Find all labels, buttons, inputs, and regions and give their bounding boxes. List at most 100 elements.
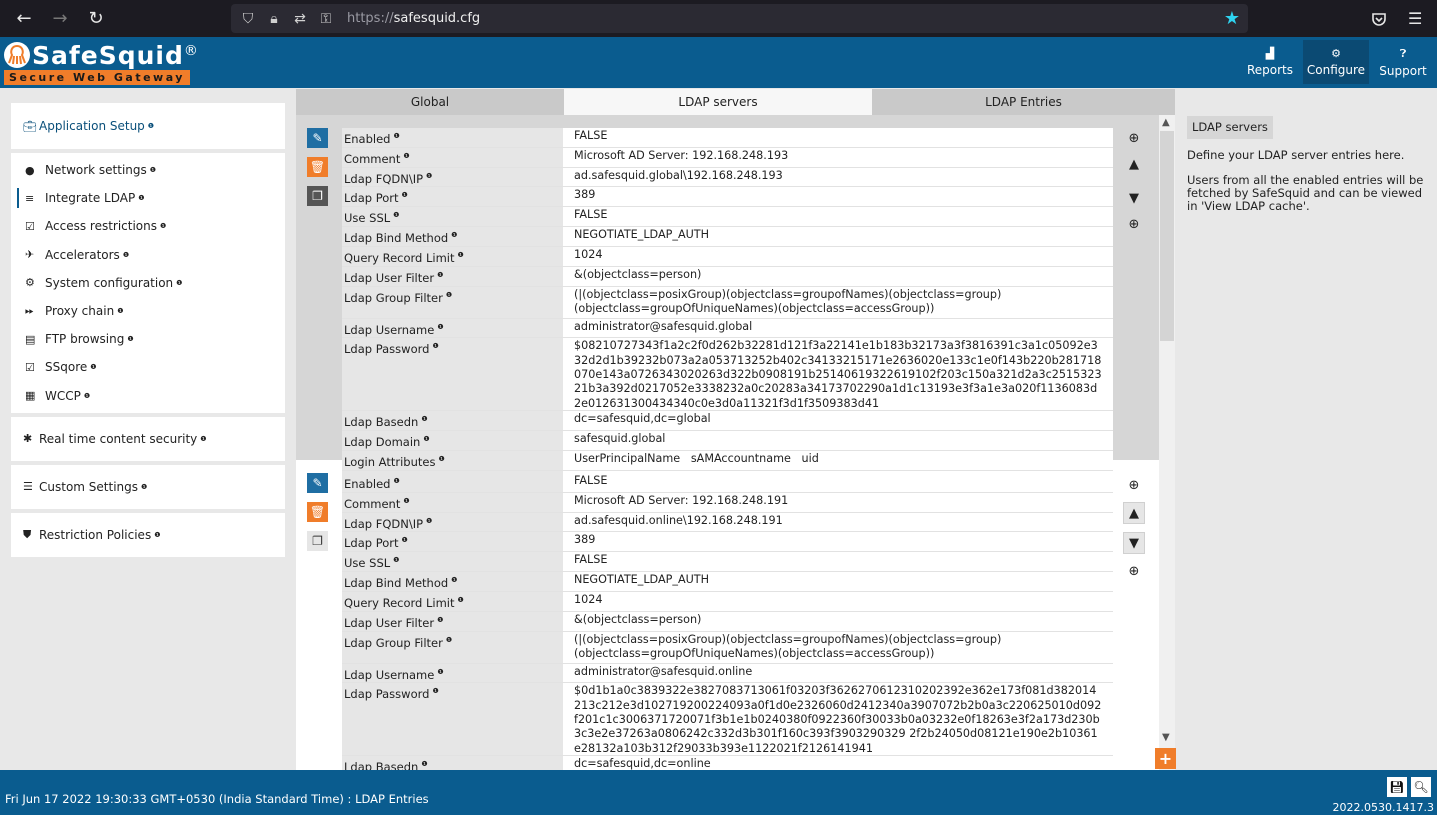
url-text[interactable]: https://safesquid.cfg <box>347 11 480 26</box>
info-icon[interactable]: ❶ <box>123 251 129 259</box>
info-icon[interactable]: ❶ <box>402 191 408 199</box>
info-icon[interactable]: ❶ <box>90 363 96 371</box>
info-icon[interactable]: ❶ <box>458 596 464 604</box>
sidebar-item-accelerators[interactable]: ✈ Accelerators ❶ <box>11 241 285 269</box>
sidebar-real-time-content-security[interactable]: ✱ Real time content security ❶ <box>11 417 285 461</box>
forward-arrow-icon[interactable]: → <box>42 0 78 37</box>
field-value: dc=safesquid,dc=online <box>574 757 711 770</box>
bookmark-star-icon[interactable]: ★ <box>1224 8 1240 29</box>
field-value: administrator@safesquid.online <box>574 664 753 678</box>
sidebar-section-label: Real time content security <box>39 431 198 446</box>
info-icon[interactable]: ❶ <box>437 271 443 279</box>
edit-button[interactable]: ✎ <box>307 473 328 493</box>
info-icon[interactable]: ❶ <box>437 616 443 624</box>
info-icon[interactable]: ❶ <box>141 483 147 491</box>
info-icon[interactable]: ❶ <box>393 211 399 219</box>
info-icon[interactable]: ❶ <box>84 392 90 400</box>
scroll-down-icon[interactable]: ▼ <box>1162 732 1170 743</box>
field-value: 389 <box>574 533 596 547</box>
info-icon[interactable]: ❶ <box>176 279 182 287</box>
delete-button[interactable]: 🗑︎ <box>307 502 328 522</box>
info-icon[interactable]: ❶ <box>154 531 160 539</box>
info-icon[interactable]: ❶ <box>160 222 166 230</box>
sidebar-custom-settings[interactable]: ☰ Custom Settings ❶ <box>11 465 285 509</box>
info-icon[interactable]: ❶ <box>402 536 408 544</box>
field-label: Ldap FQDN\IP <box>344 516 424 531</box>
sidebar-item-proxy-chain[interactable]: ⏩︎ Proxy chain ❶ <box>11 297 285 325</box>
info-icon[interactable]: ❶ <box>426 517 432 525</box>
shield-icon[interactable]: ⛉ <box>235 11 261 27</box>
info-icon[interactable]: ❶ <box>438 455 444 463</box>
info-icon[interactable]: ❶ <box>451 576 457 584</box>
copy-button[interactable]: ❐ <box>307 186 328 206</box>
info-icon[interactable]: ❶ <box>432 342 438 350</box>
info-icon[interactable]: ❶ <box>446 636 452 644</box>
tab-ldap-entries[interactable]: LDAP Entries <box>872 89 1175 115</box>
info-icon[interactable]: ❶ <box>451 231 457 239</box>
info-icon[interactable]: ❶ <box>421 415 427 423</box>
back-arrow-icon[interactable]: ← <box>6 0 42 37</box>
sidebar-application-setup[interactable]: 💼︎ Application Setup ❶ <box>11 103 285 149</box>
field-label: Ldap Bind Method <box>344 575 449 590</box>
sidebar-item-wccp[interactable]: ▦ WCCP ❶ <box>11 382 285 410</box>
info-icon[interactable]: ❶ <box>403 497 409 505</box>
tab-global[interactable]: Global <box>296 89 564 115</box>
info-icon[interactable]: ❶ <box>393 477 399 485</box>
info-icon[interactable]: ❶ <box>458 251 464 259</box>
info-icon[interactable]: ❶ <box>148 122 154 130</box>
scroll-up-icon[interactable]: ▲ <box>1162 117 1170 128</box>
nav-support[interactable]: ❓︎ Support <box>1373 40 1433 84</box>
info-icon[interactable]: ❶ <box>393 132 399 140</box>
lock-icon[interactable]: 🔒︎ <box>261 11 287 27</box>
vertical-scrollbar[interactable]: ▲ ▼ <box>1159 115 1175 770</box>
info-icon[interactable]: ❶ <box>200 435 206 443</box>
safesquid-logo[interactable]: SafeSquid ® Secure Web Gateway <box>4 41 198 85</box>
search-icon[interactable]: 🔍︎ <box>1411 777 1431 797</box>
info-icon[interactable]: ❶ <box>127 335 133 343</box>
move-bottom-icon[interactable]: ⊕ <box>1123 213 1145 235</box>
sidebar-item-access-restrictions[interactable]: ☑ Access restrictions ❶ <box>11 212 285 240</box>
info-icon[interactable]: ❶ <box>426 172 432 180</box>
info-icon[interactable]: ❶ <box>446 291 452 299</box>
sidebar-item-ssqore[interactable]: ☑ SSqore ❶ <box>11 353 285 381</box>
edit-button[interactable]: ✎ <box>307 128 328 148</box>
sidebar-item-integrate-ldap[interactable]: ≡ Integrate LDAP ❶ <box>11 184 285 212</box>
nav-reports[interactable]: ▟ Reports <box>1241 40 1299 84</box>
tab-ldap-servers[interactable]: LDAP servers <box>564 89 872 115</box>
info-icon[interactable]: ❶ <box>403 152 409 160</box>
save-icon[interactable]: 💾︎ <box>1387 777 1407 797</box>
permissions-icon[interactable]: ⇄ <box>287 11 313 27</box>
move-up-icon[interactable]: ▲ <box>1123 153 1145 175</box>
info-icon[interactable]: ❶ <box>138 194 144 202</box>
delete-button[interactable]: 🗑︎ <box>307 157 328 177</box>
field-label: Ldap Password <box>344 342 430 357</box>
pocket-icon[interactable] <box>1371 0 1387 37</box>
info-icon[interactable]: ❶ <box>437 668 443 676</box>
menu-icon[interactable]: ☰ <box>1408 0 1422 37</box>
info-icon[interactable]: ❶ <box>393 556 399 564</box>
info-icon[interactable]: ❶ <box>150 166 156 174</box>
move-bottom-icon[interactable]: ⊕ <box>1123 560 1145 582</box>
info-icon[interactable]: ❶ <box>117 307 123 315</box>
move-down-icon[interactable]: ▼ <box>1123 187 1145 209</box>
sidebar-restriction-policies[interactable]: ⛊ Restriction Policies ❶ <box>11 513 285 557</box>
key-icon[interactable]: ⚿ <box>313 11 339 27</box>
info-icon[interactable]: ❶ <box>423 435 429 443</box>
move-top-icon[interactable]: ⊕ <box>1123 127 1145 149</box>
url-bar[interactable]: ⛉ 🔒︎ ⇄ ⚿ https://safesquid.cfg ★ <box>231 4 1248 33</box>
sidebar-item-ftp-browsing[interactable]: ▤ FTP browsing ❶ <box>11 325 285 353</box>
info-icon[interactable]: ❶ <box>432 687 438 695</box>
info-icon[interactable]: ❶ <box>437 323 443 331</box>
field-value: (|(objectclass=posixGroup)(objectclass=g… <box>574 287 1002 315</box>
sidebar-item-system-configuration[interactable]: ⚙ System configuration ❶ <box>11 269 285 297</box>
info-icon[interactable]: ❶ <box>421 760 427 768</box>
sidebar-item-network-settings[interactable]: ● Network settings ❶ <box>11 156 285 184</box>
move-down-icon[interactable]: ▼ <box>1123 532 1145 554</box>
reload-icon[interactable]: ↻ <box>78 0 114 37</box>
move-up-icon[interactable]: ▲ <box>1123 502 1145 524</box>
scrollbar-thumb[interactable] <box>1160 131 1174 341</box>
copy-button[interactable]: ❐ <box>307 531 328 551</box>
nav-configure[interactable]: ⚙ Configure <box>1303 40 1369 84</box>
add-entry-button[interactable]: + <box>1155 748 1176 769</box>
move-top-icon[interactable]: ⊕ <box>1123 474 1145 496</box>
